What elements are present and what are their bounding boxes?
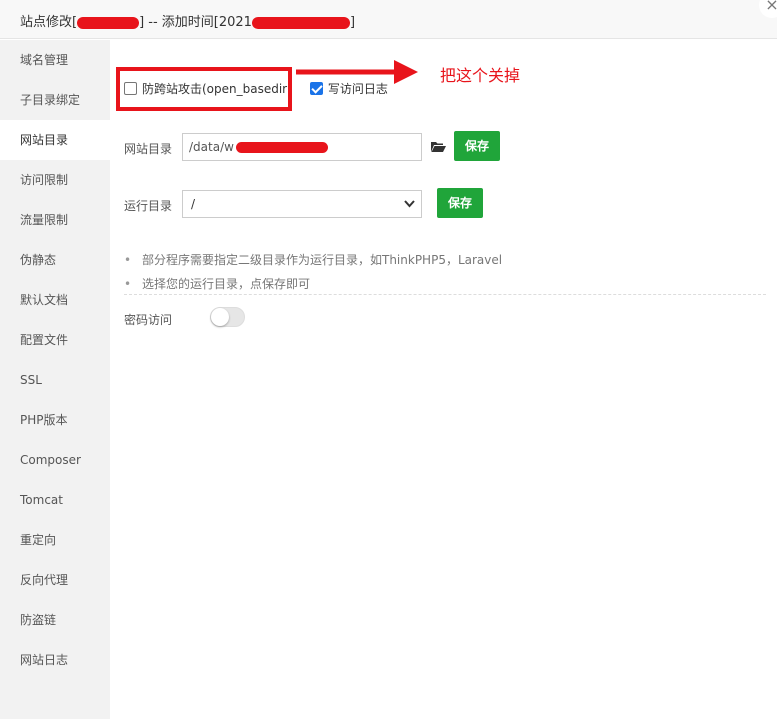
- redaction-mark: [235, 142, 328, 153]
- sidebar-item-traffic-limit[interactable]: 流量限制: [0, 200, 110, 240]
- sidebar-item-reverse-proxy[interactable]: 反向代理: [0, 560, 110, 600]
- sidebar-item-site-log[interactable]: 网站日志: [0, 640, 110, 680]
- site-dir-save-button[interactable]: 保存: [454, 131, 500, 161]
- site-dir-label: 网站目录: [124, 142, 173, 156]
- window-titlebar: 站点修改[ ] -- 添加时间[2021] ×: [0, 0, 777, 39]
- redaction-mark: [251, 16, 350, 29]
- sidebar-item-rewrite[interactable]: 伪静态: [0, 240, 110, 280]
- password-access-toggle[interactable]: [210, 307, 245, 327]
- run-dir-select[interactable]: /: [182, 190, 422, 218]
- run-dir-value: /: [191, 197, 196, 211]
- sidebar-item-subdir-binding[interactable]: 子目录绑定: [0, 80, 110, 120]
- main-panel: 防跨站攻击(open_basedir) 写访问日志 把这个关掉 网站目录 /da…: [110, 40, 777, 719]
- sidebar-item-php-version[interactable]: PHP版本: [0, 400, 110, 440]
- password-access-label: 密码访问: [124, 313, 173, 327]
- title-middle: ] -- 添加时间[2021: [139, 15, 252, 30]
- sidebar-item-access-limit[interactable]: 访问限制: [0, 160, 110, 200]
- sidebar-item-domain[interactable]: 域名管理: [0, 40, 110, 80]
- sidebar-item-composer[interactable]: Composer: [0, 440, 110, 480]
- sidebar-item-default-doc[interactable]: 默认文档: [0, 280, 110, 320]
- arrow-icon: [296, 60, 418, 84]
- annotation-note: 把这个关掉: [440, 66, 521, 85]
- sidebar: 域名管理 子目录绑定 网站目录 访问限制 流量限制 伪静态 默认文档 配置文件 …: [0, 40, 110, 719]
- sidebar-item-hotlink-protection[interactable]: 防盗链: [0, 600, 110, 640]
- folder-open-icon[interactable]: [431, 141, 446, 153]
- tips-list: 部分程序需要指定二级目录作为运行目录，如ThinkPHP5，Laravel 选择…: [124, 248, 502, 296]
- title-suffix: ]: [349, 15, 356, 30]
- run-dir-save-button[interactable]: 保存: [437, 188, 483, 218]
- chevron-down-icon: [404, 191, 415, 226]
- site-dir-value: /data/w: [189, 140, 234, 154]
- sidebar-item-tomcat[interactable]: Tomcat: [0, 480, 110, 520]
- divider: [124, 294, 766, 295]
- sidebar-item-config-file[interactable]: 配置文件: [0, 320, 110, 360]
- run-dir-label: 运行目录: [124, 199, 173, 213]
- site-dir-input[interactable]: /data/w: [182, 133, 422, 161]
- redaction-mark: [77, 16, 140, 29]
- sidebar-item-site-directory[interactable]: 网站目录: [0, 120, 110, 160]
- title-prefix: 站点修改[: [20, 15, 78, 30]
- highlight-box: [116, 67, 292, 111]
- window-title: 站点修改[ ] -- 添加时间[2021]: [20, 11, 355, 30]
- tip-item: 部分程序需要指定二级目录作为运行目录，如ThinkPHP5，Laravel: [124, 248, 502, 272]
- tip-item: 选择您的运行目录，点保存即可: [124, 272, 502, 296]
- toggle-knob: [211, 308, 229, 326]
- sidebar-item-redirect[interactable]: 重定向: [0, 520, 110, 560]
- sidebar-item-ssl[interactable]: SSL: [0, 360, 110, 400]
- close-icon[interactable]: ×: [759, 0, 777, 18]
